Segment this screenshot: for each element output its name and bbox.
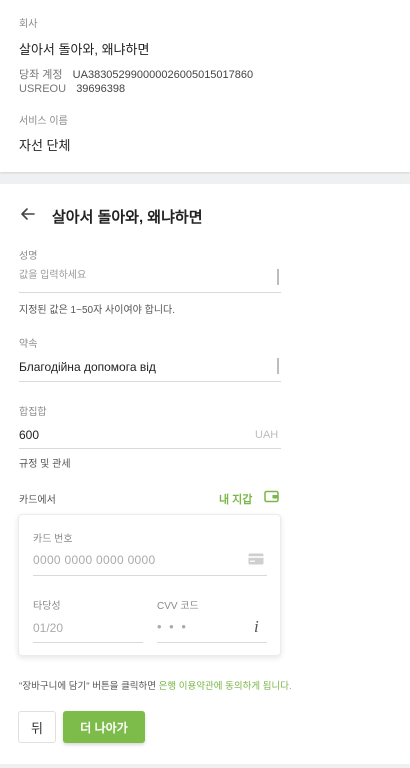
back-arrow-icon[interactable] xyxy=(19,205,39,225)
amount-currency: UAH xyxy=(255,429,279,441)
card-number-underline xyxy=(33,575,267,576)
account-value: UA383052990000026005015017860 xyxy=(72,69,254,81)
account-row: 당좌 계정 UA383052990000026005015017860 xyxy=(19,66,253,82)
name-placeholder: 값을 입력하세요 xyxy=(19,270,87,281)
service-value: 자선 단체 xyxy=(19,138,71,153)
expiry-label: 타당성 xyxy=(33,601,61,612)
credit-card-icon xyxy=(248,552,264,565)
name-input[interactable]: 값을 입력하세요 xyxy=(19,266,281,290)
usreou-label: USREOU xyxy=(19,83,67,95)
company-name: 살아서 돌아와, 왜냐하면 xyxy=(19,42,150,57)
from-card-label: 카드에서 xyxy=(19,495,56,506)
terms-link[interactable]: 은행 이용약관에 동의하게 됩니다. xyxy=(159,681,292,692)
name-hint: 지정된 값은 1~50자 사이여야 합니다. xyxy=(19,305,176,316)
amount-input[interactable]: 600 xyxy=(19,428,39,442)
purpose-value: Благодійна допомога від xyxy=(19,360,156,374)
account-label: 당좌 계정 xyxy=(19,69,63,81)
terms-prefix: "장바구니에 담기" 버튼을 클릭하면 xyxy=(19,681,157,692)
usreou-value: 39696398 xyxy=(76,83,126,95)
purpose-input-caret xyxy=(277,358,279,374)
name-input-underline xyxy=(19,292,281,293)
service-label: 서비스 이름 xyxy=(19,116,68,127)
company-info-card: 회사 살아서 돌아와, 왜냐하면 당좌 계정 UA383052990000026… xyxy=(0,0,410,172)
name-input-caret xyxy=(277,269,279,285)
terms-text: "장바구니에 담기" 버튼을 클릭하면 은행 이용약관에 동의하게 됩니다. xyxy=(19,678,399,692)
cvv-underline xyxy=(157,642,267,643)
expiry-underline xyxy=(33,642,143,643)
usreou-row: USREOU 39696398 xyxy=(19,83,125,95)
page-title: 살아서 돌아와, 왜냐하면 xyxy=(52,209,203,226)
info-icon[interactable]: i xyxy=(254,617,259,637)
amount-label: 합집합 xyxy=(19,407,47,418)
expiry-input[interactable]: 01/20 xyxy=(33,621,63,635)
back-button[interactable]: 뒤 xyxy=(18,711,56,743)
next-button[interactable]: 더 나아가 xyxy=(63,711,145,743)
amount-input-underline xyxy=(19,448,281,449)
cvv-label: CVV 코드 xyxy=(157,601,199,612)
name-label: 성명 xyxy=(19,251,38,262)
purpose-input[interactable]: Благодійна допомога від xyxy=(19,360,281,374)
cvv-input[interactable]: • • • xyxy=(157,619,188,634)
card-number-label: 카드 번호 xyxy=(33,534,73,545)
rules-link[interactable]: 규정 및 관세 xyxy=(19,455,71,470)
card-number-input[interactable]: 0000 0000 0000 0000 xyxy=(33,553,155,567)
purpose-input-underline xyxy=(19,381,281,382)
company-label: 회사 xyxy=(19,19,38,30)
my-wallet-link[interactable]: 내 지갑 xyxy=(219,491,252,507)
wallet-icon[interactable] xyxy=(264,490,280,504)
purpose-label: 약속 xyxy=(19,339,38,350)
